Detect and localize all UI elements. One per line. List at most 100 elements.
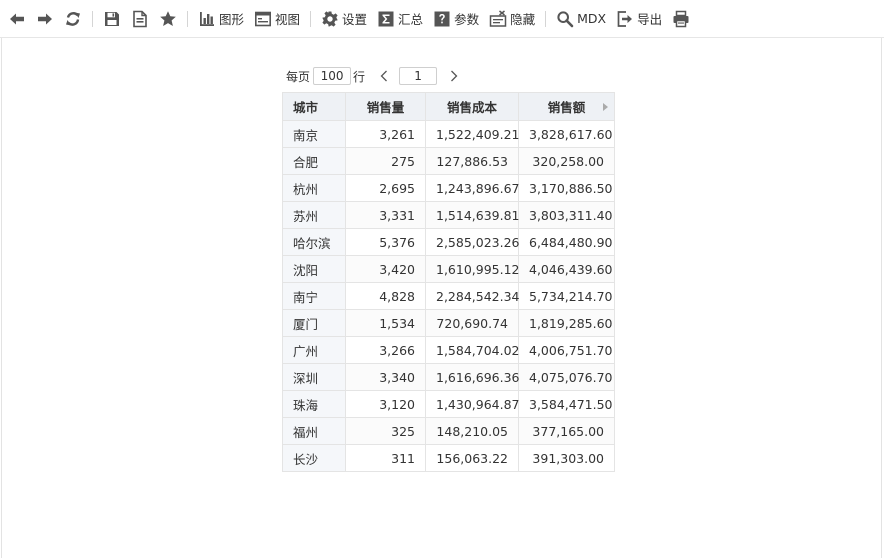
printer-icon [673,10,689,27]
cell-cost: 1,616,696.36 [425,363,520,391]
cell-city: 南宁 [282,282,346,310]
table-row[interactable]: 合肥 275 127,886.53 320,258.00 [282,147,615,175]
refresh-button[interactable] [64,7,82,31]
cell-quantity: 325 [345,417,426,445]
cell-cost: 2,284,542.34 [425,282,520,310]
table-row[interactable]: 广州 3,266 1,584,704.02 4,006,751.70 [282,336,615,364]
cell-sales: 3,584,471.50 [518,390,615,418]
params-button[interactable]: 参数 [433,7,479,31]
settings-label: 设置 [342,12,368,27]
cell-sales: 3,803,311.40 [518,201,615,229]
table-row[interactable]: 长沙 311 156,063.22 391,303.00 [282,444,615,472]
table-body: 南京 3,261 1,522,409.21 3,828,617.60 合肥 275 127,… [282,120,615,472]
cell-cost: 1,243,896.67 [425,174,520,202]
print-button[interactable] [672,7,690,31]
refresh-icon [66,11,80,26]
back-button[interactable] [8,7,26,31]
view-label: 视图 [275,12,301,27]
cell-city: 厦门 [282,309,346,337]
table-row[interactable]: 深圳 3,340 1,616,696.36 4,075,076.70 [282,363,615,391]
expand-arrow-icon[interactable] [603,103,608,111]
cell-quantity: 2,695 [345,174,426,202]
save-as-button[interactable] [131,7,149,31]
chevron-right-icon [451,70,458,82]
cell-sales: 391,303.00 [518,444,615,472]
window-icon [255,11,272,26]
params-label: 参数 [454,12,480,27]
cell-sales: 6,484,480.90 [518,228,615,256]
next-page-button[interactable] [447,70,461,82]
table-row[interactable]: 南京 3,261 1,522,409.21 3,828,617.60 [282,120,615,148]
toolbar-separator [187,10,188,27]
table-row[interactable]: 福州 325 148,210.05 377,165.00 [282,417,615,445]
export-button[interactable]: 导出 [616,7,662,31]
cell-cost: 148,210.05 [425,417,519,445]
per-page-label: 每页 [286,69,311,84]
toolbar-separator [310,10,312,27]
cell-quantity: 3,340 [345,363,426,391]
cell-cost: 2,585,023.26 [425,228,520,256]
bar-chart-icon [200,11,214,26]
cell-quantity: 4,828 [345,282,426,310]
arrow-left-icon [10,13,24,24]
table-row[interactable]: 珠海 3,120 1,430,964.87 3,584,471.50 [282,390,615,418]
search-icon [557,10,574,27]
column-header-cost[interactable]: 销售成本 [425,92,519,121]
hide-label: 隐藏 [510,12,536,27]
favorite-button[interactable] [159,7,177,31]
question-icon [434,11,450,26]
toolbar-separator [92,10,93,27]
prev-page-button[interactable] [377,70,391,82]
toolbar: 图形 视图 设置 汇总 参数 隐藏 MDX 导出 [0,0,884,38]
view-button[interactable]: 视图 [254,7,300,31]
cell-city: 沈阳 [282,255,346,283]
gear-icon [322,10,338,27]
save-button[interactable] [103,7,121,31]
cell-city: 珠海 [282,390,346,418]
hide-button[interactable]: 隐藏 [489,7,535,31]
table-row[interactable]: 厦门 1,534 720,690.74 1,819,285.60 [282,309,615,337]
cell-quantity: 3,261 [345,120,426,148]
cell-city: 广州 [282,336,346,364]
column-header-city[interactable]: 城市 [282,92,346,121]
table-row[interactable]: 杭州 2,695 1,243,896.67 3,170,886.50 [282,174,615,202]
cell-city: 合肥 [282,147,346,175]
save-as-icon [133,10,147,27]
page-size-input[interactable]: 100 [313,67,352,85]
cell-sales: 3,170,886.50 [518,174,615,202]
current-page-input[interactable]: 1 [399,67,438,85]
export-icon [617,10,633,27]
table-row[interactable]: 南宁 4,828 2,284,542.34 5,734,214.70 [282,282,615,310]
cell-quantity: 3,120 [345,390,426,418]
chart-button[interactable]: 图形 [198,7,244,31]
table-row[interactable]: 哈尔滨 5,376 2,585,023.26 6,484,480.90 [282,228,615,256]
cell-cost: 720,690.74 [425,309,519,337]
sigma-icon [378,11,394,26]
cell-city: 长沙 [282,444,346,472]
cell-quantity: 1,534 [345,309,426,337]
column-header-quantity[interactable]: 销售量 [345,92,426,121]
toolbar-separator [545,10,547,27]
cell-sales: 377,165.00 [518,417,615,445]
arrow-right-icon [38,13,52,24]
pager: 每页 100 行 1 [286,65,461,87]
cell-sales: 320,258.00 [518,147,615,175]
mdx-button[interactable]: MDX [556,7,606,31]
star-icon [160,10,176,26]
forward-button[interactable] [36,7,54,31]
table-row[interactable]: 苏州 3,331 1,514,639.81 3,803,311.40 [282,201,615,229]
column-header-sales[interactable]: 销售额 [518,92,615,121]
rows-label: 行 [353,69,366,84]
cell-city: 哈尔滨 [282,228,346,256]
cell-sales: 4,046,439.60 [518,255,615,283]
summary-button[interactable]: 汇总 [377,7,423,31]
settings-button[interactable]: 设置 [321,7,367,31]
cell-sales: 4,075,076.70 [518,363,615,391]
cell-quantity: 275 [345,147,426,175]
summary-label: 汇总 [398,12,424,27]
cell-quantity: 5,376 [345,228,426,256]
cell-city: 福州 [282,417,346,445]
cell-sales: 1,819,285.60 [518,309,615,337]
table-row[interactable]: 沈阳 3,420 1,610,995.12 4,046,439.60 [282,255,615,283]
chart-label: 图形 [219,12,245,27]
